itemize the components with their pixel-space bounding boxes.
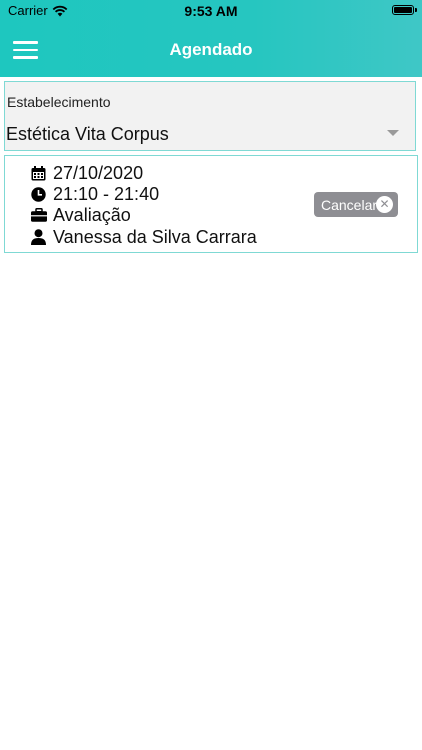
appointment-date: 27/10/2020 (53, 162, 144, 183)
establishment-value: Estética Vita Corpus (6, 124, 169, 144)
cancel-button-label: Cancelar (321, 196, 378, 213)
establishment-select[interactable]: Estabelecimento Estética Vita Corpus (4, 81, 416, 151)
briefcase-icon (30, 207, 47, 224)
page-title: Agendado (169, 40, 253, 59)
appointment-service: Avaliação (53, 204, 131, 225)
status-bar: Carrier 9:53 AM (0, 0, 422, 22)
establishment-label: Estabelecimento (7, 94, 111, 110)
appointment-time: 21:10 - 21:40 (53, 183, 160, 204)
appointment-professional-row: Vanessa da Silva Carrara (30, 226, 257, 248)
close-icon: ✕ (376, 196, 393, 213)
app-header: Carrier 9:53 AM Agendado (0, 0, 422, 77)
status-time: 9:53 AM (184, 3, 238, 19)
cancel-appointment-button[interactable]: Cancelar ✕ (314, 192, 398, 217)
appointment-time-row: 21:10 - 21:40 (30, 183, 159, 205)
user-icon (30, 229, 47, 246)
appointment-service-row: Avaliação (30, 204, 131, 226)
calendar-icon (30, 165, 47, 182)
dropdown-caret-icon (387, 130, 399, 136)
battery-icon (392, 5, 417, 15)
appointment-card: 27/10/2020 21:10 - 21:40 Avaliação Vanes… (4, 155, 418, 253)
appointment-professional: Vanessa da Silva Carrara (53, 226, 257, 247)
clock-icon (30, 186, 47, 203)
appointment-date-row: 27/10/2020 (30, 162, 143, 184)
